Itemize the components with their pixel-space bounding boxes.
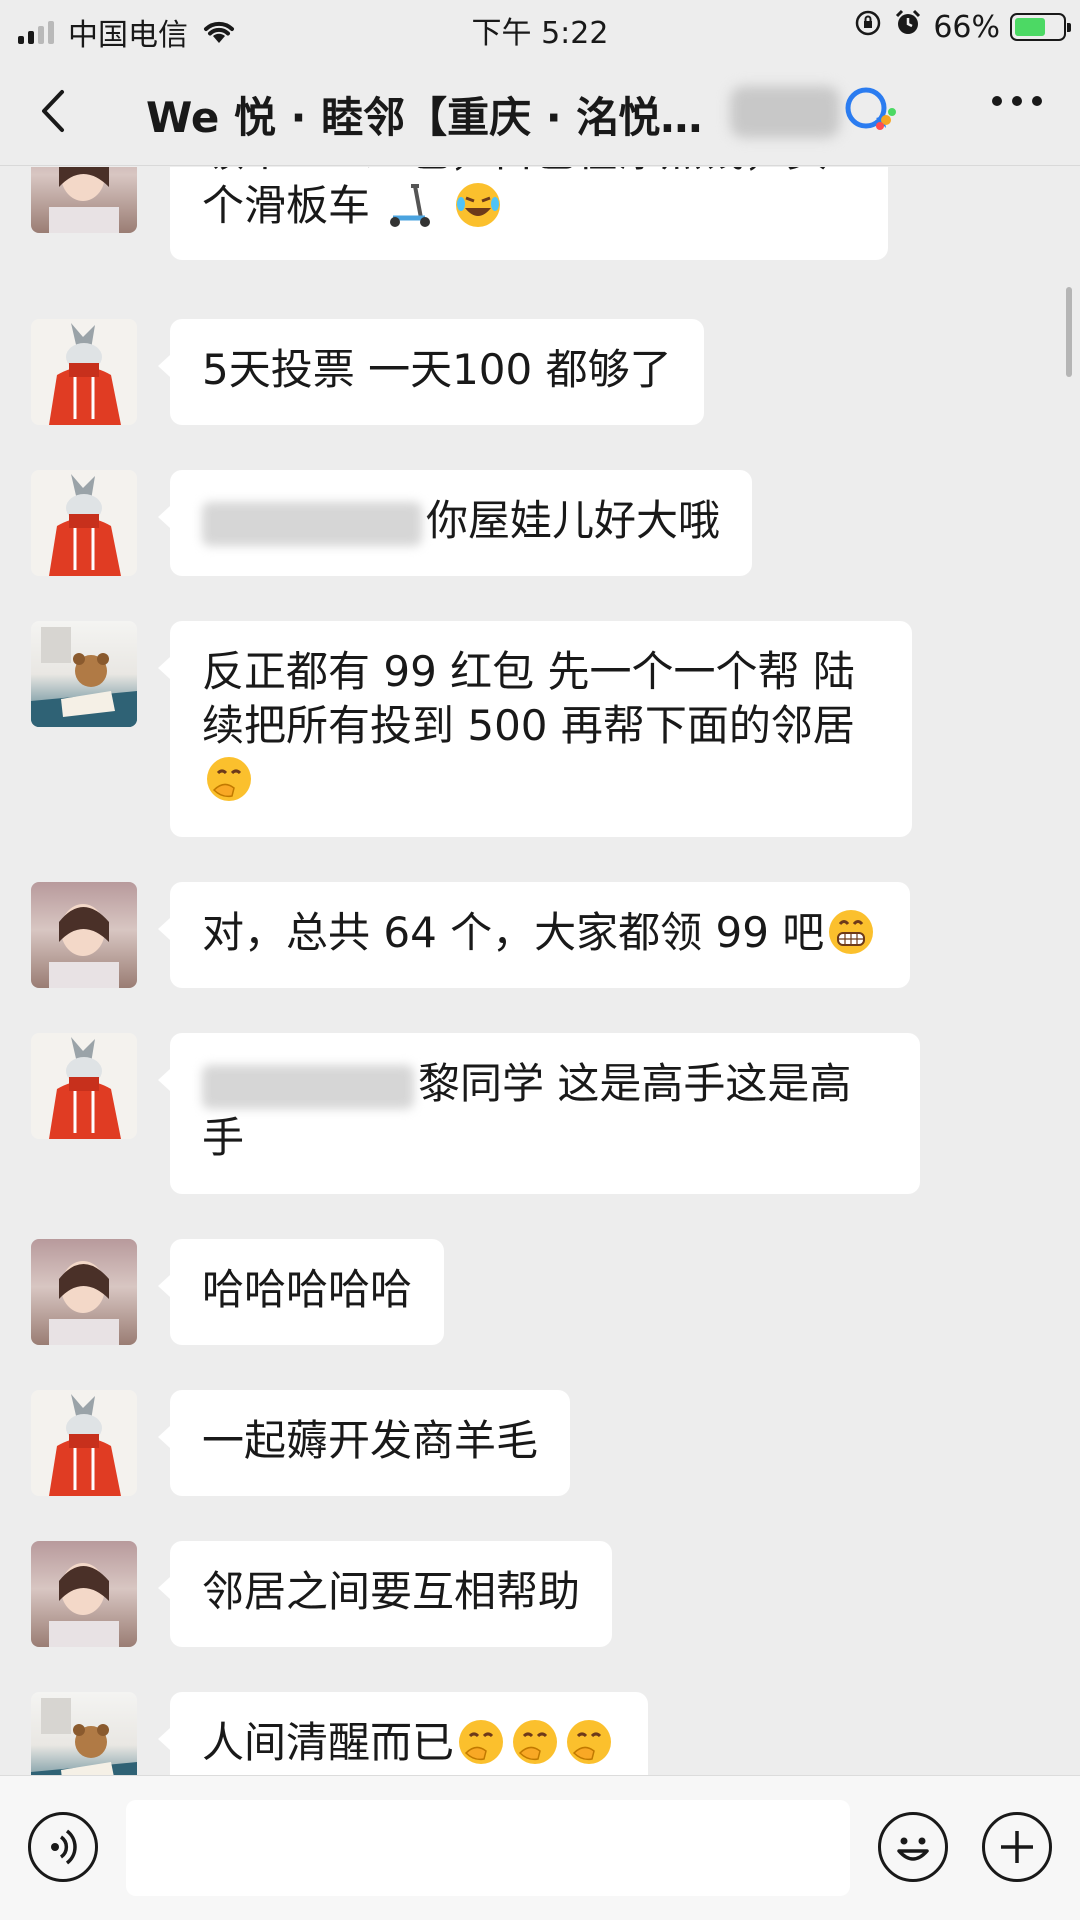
message-text: 邻居之间要互相帮助 [202,1567,581,1616]
avatar[interactable] [31,1541,137,1647]
blurred-member-count [730,86,840,138]
laughing-crying-emoji [455,183,500,227]
avatar[interactable] [31,470,137,576]
message-text: 5天投票 一天100 都够了 [202,345,672,394]
blurred-mention [202,1064,414,1109]
battery-charging-icon [1010,13,1071,41]
thinking-hand-emoji [207,757,251,801]
message-bubble[interactable]: 对，总共 64 个，大家都领 99 吧 [157,882,911,988]
message-text: 对，总共 64 个，大家都领 99 吧 [202,908,825,957]
message-bubble[interactable]: 人间清醒而已 [157,1692,649,1775]
message-text: 哈哈哈哈哈 [202,1265,413,1314]
message-bubble[interactable]: 黎同学 这是高手这是高手 [158,1033,920,1194]
message-bubble[interactable]: 你屋娃儿好大哦 [157,470,753,576]
message-text: 你屋娃儿好大哦 [426,496,721,545]
battery-percent: 66% [933,9,1000,45]
plus-icon[interactable] [982,1812,1052,1882]
blurred-mention [202,501,422,546]
status-bar: 中国电信 下午 5:22 66% [0,0,1080,56]
chevron-left-icon[interactable] [34,86,74,136]
message-bubble[interactable]: 邻居之间要互相帮助 [157,1541,613,1647]
chat-title[interactable]: We 悦 · 睦邻【重庆 · 洺悦… [146,84,706,145]
qq-chat-icon[interactable] [840,84,900,138]
avatar[interactable] [31,1239,137,1345]
thinking-hand-emoji [513,1720,558,1764]
orientation-lock-icon [853,8,883,46]
avatar[interactable] [31,1033,137,1139]
voice-icon[interactable] [28,1812,98,1882]
message-bubble[interactable]: 哈哈哈哈哈 [157,1239,445,1345]
message-text: 反正都有 99 红包 先一个一个帮 陆续把所有投到 500 再帮下面的邻居 [202,647,855,750]
message-input[interactable] [126,1800,850,1896]
message-bubble[interactable]: 反正都有 99 红包 先一个一个帮 陆续把所有投到 500 再帮下面的邻居 [158,621,912,837]
avatar[interactable] [31,882,137,988]
more-dots-icon[interactable] [992,96,1042,106]
scooter-emoji [390,184,431,227]
input-bar [0,1775,1080,1920]
message-text-partial: 领个 99 红包，自己在添点钱，买 [202,167,856,179]
thinking-hand-emoji [567,1720,612,1764]
grinning-emoji [829,910,874,954]
scrollbar[interactable] [1066,287,1072,377]
message-bubble[interactable]: 领个 99 红包，自己在添点钱，买 个滑板车 [170,167,888,260]
message-bubble[interactable]: 一起薅开发商羊毛 [157,1390,571,1496]
avatar[interactable] [31,319,137,425]
avatar[interactable] [31,1692,137,1775]
avatar[interactable] [31,167,137,233]
alarm-icon [893,8,923,46]
thinking-hand-emoji [459,1720,504,1764]
smiley-icon[interactable] [878,1812,948,1882]
message-text: 个滑板车 [202,181,371,230]
avatar[interactable] [31,621,137,727]
chat-header: We 悦 · 睦邻【重庆 · 洺悦… [0,56,1080,166]
message-text: 人间清醒而已 [202,1718,455,1767]
message-text: 一起薅开发商羊毛 [202,1416,539,1465]
message-bubble[interactable]: 5天投票 一天100 都够了 [158,319,704,425]
message-list[interactable]: 领个 99 红包，自己在添点钱，买 个滑板车 5天投票 一天100 都够了 你屋… [0,167,1080,1775]
avatar[interactable] [31,1390,137,1496]
